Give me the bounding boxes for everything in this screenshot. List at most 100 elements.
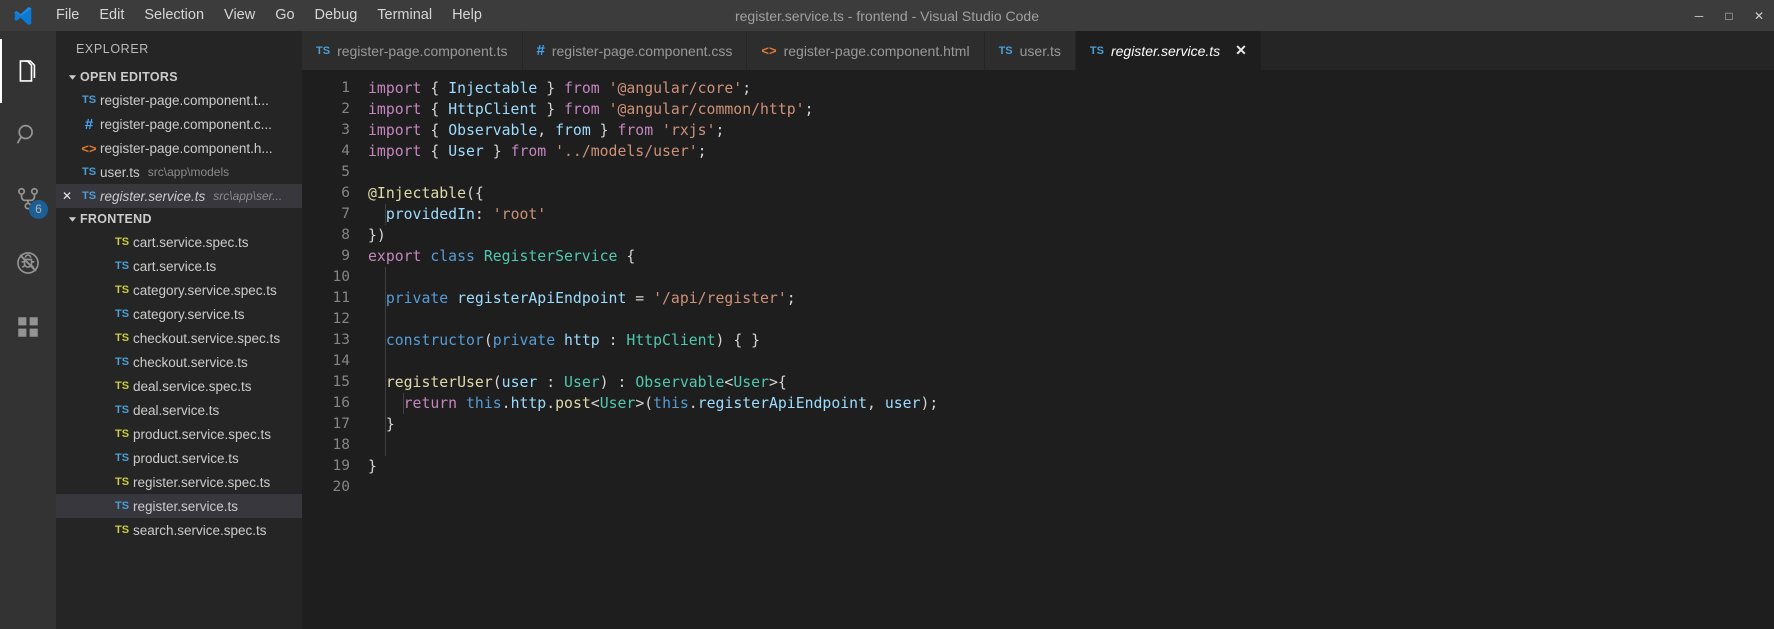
workbench-body: 6 EXPLORER OPEN EDITORS TS register-page… [0,31,1774,629]
typescript-file-icon: TS [114,500,130,512]
open-editor-row[interactable]: TS user.ts src\app\models [56,160,302,184]
typescript-spec-file-icon: TS [114,284,130,296]
tab-user-ts[interactable]: TS user.ts [984,31,1076,70]
file-tree-item[interactable]: TS product.service.ts [56,446,302,470]
indent-guide [385,414,386,435]
menu-item-go[interactable]: Go [265,0,304,31]
code-token: : [474,206,493,223]
code-token: ; [786,290,796,307]
close-button[interactable]: ✕ [1744,0,1774,31]
code-line: @Injectable({ [368,183,1774,204]
code-token: : [537,374,565,391]
code-token: } [483,143,511,160]
file-tree-item[interactable]: TS deal.service.spec.ts [56,374,302,398]
code-line: }) [368,225,1774,246]
code-line: constructor(private http : HttpClient) {… [368,330,1774,351]
typescript-file-icon: TS [998,44,1013,57]
typescript-spec-file-icon: TS [114,332,130,344]
code-token: ; [742,80,752,97]
section-frontend[interactable]: FRONTEND [56,208,302,230]
file-tree-item-selected[interactable]: TS register.service.ts [56,494,302,518]
code-token: ; [804,101,814,118]
sidebar-title: EXPLORER [76,41,149,56]
maximize-button[interactable]: □ [1714,0,1744,31]
line-number: 9 [341,248,350,264]
code-token: ; [697,143,707,160]
code-token: Observable [635,374,725,391]
section-open-editors[interactable]: OPEN EDITORS [56,66,302,88]
close-icon[interactable]: ✕ [56,189,78,203]
explorer-icon[interactable] [0,39,56,103]
code-editor[interactable]: 1 2 3 4 5 6 7 8 9 10 11 12 13 14 15 16 17 18 19 20 import {… [302,70,1774,629]
code-token: from [555,122,591,139]
source-control-icon[interactable]: 6 [0,167,56,231]
code-token: . [501,395,511,412]
menu-item-debug[interactable]: Debug [305,0,368,31]
file-tree-item[interactable]: TS search.service.spec.ts [56,518,302,542]
code-line: import { Observable, from } from 'rxjs'; [368,120,1774,141]
tab-register-page-component-css[interactable]: # register-page.component.css [522,31,748,70]
file-tree-item[interactable]: TS checkout.service.spec.ts [56,326,302,350]
code-token: { [430,101,449,118]
file-tree-item[interactable]: TS deal.service.ts [56,398,302,422]
code-token: this [466,395,502,412]
menu-item-help[interactable]: Help [442,0,492,31]
open-editor-row[interactable]: <> register-page.component.h... [56,136,302,160]
typescript-file-icon: TS [81,94,97,106]
search-icon[interactable] [0,103,56,167]
menu-item-edit[interactable]: Edit [89,0,134,31]
indent-guide [385,393,386,414]
open-editor-name: register-page.component.h... [100,140,273,156]
open-editor-row[interactable]: # register-page.component.c... [56,112,302,136]
tab-register-page-component-ts[interactable]: TS register-page.component.ts [302,31,523,70]
menu-item-terminal[interactable]: Terminal [367,0,442,31]
file-name: category.service.spec.ts [133,282,277,298]
menu-item-file[interactable]: File [46,0,89,31]
file-name: cart.service.spec.ts [133,234,249,250]
line-number: 2 [341,101,350,117]
code-token: >( [635,395,654,412]
code-line [368,351,1774,372]
open-editor-row[interactable]: TS register-page.component.t... [56,88,302,112]
code-token: from [617,122,663,139]
editor-tab-bar: TS register-page.component.ts # register… [302,31,1774,70]
file-tree-item[interactable]: TS category.service.ts [56,302,302,326]
tab-register-service-ts[interactable]: TS register.service.ts ✕ [1075,31,1262,70]
code-token: import [368,143,431,160]
code-token: ) { } [715,332,761,349]
line-number: 16 [332,395,350,411]
tab-register-page-component-html[interactable]: <> register-page.component.html [747,31,985,70]
code-token: private [492,332,565,349]
line-number: 14 [332,353,350,369]
line-number-gutter: 1 2 3 4 5 6 7 8 9 10 11 12 13 14 15 16 17 18 19 20 [302,70,364,629]
file-tree-item[interactable]: TS cart.service.spec.ts [56,230,302,254]
file-tree-item[interactable]: TS register.service.spec.ts [56,470,302,494]
vscode-logo-icon [0,5,46,27]
code-content[interactable]: import { Injectable } from '@angular/cor… [364,70,1774,629]
editor-group: TS register-page.component.ts # register… [302,31,1774,629]
file-tree-item[interactable]: TS checkout.service.ts [56,350,302,374]
menu-item-view[interactable]: View [214,0,265,31]
file-name: checkout.service.spec.ts [133,330,281,346]
file-tree-item[interactable]: TS cart.service.ts [56,254,302,278]
code-token: ; [715,122,725,139]
file-tree-item[interactable]: TS product.service.spec.ts [56,422,302,446]
open-editor-name: user.ts [100,164,140,180]
window-controls: ─ □ ✕ [1684,0,1774,31]
file-name: checkout.service.ts [133,354,248,370]
code-token: } [537,80,565,97]
close-icon[interactable]: ✕ [1235,42,1247,59]
code-token: user [501,374,538,391]
tab-label: register.service.ts [1110,42,1221,59]
menu-item-selection[interactable]: Selection [134,0,214,31]
minimize-button[interactable]: ─ [1684,0,1714,31]
debug-icon[interactable] [0,231,56,295]
file-tree-item[interactable]: TS category.service.spec.ts [56,278,302,302]
code-token: from [564,101,609,118]
typescript-file-icon: TS [1089,44,1104,57]
extensions-icon[interactable] [0,295,56,359]
chevron-down-icon [64,215,80,224]
open-editor-row-active[interactable]: ✕ TS register.service.ts src\app\ser... [56,184,302,208]
code-token: }) [368,227,386,244]
code-line: export class RegisterService { [368,246,1774,267]
